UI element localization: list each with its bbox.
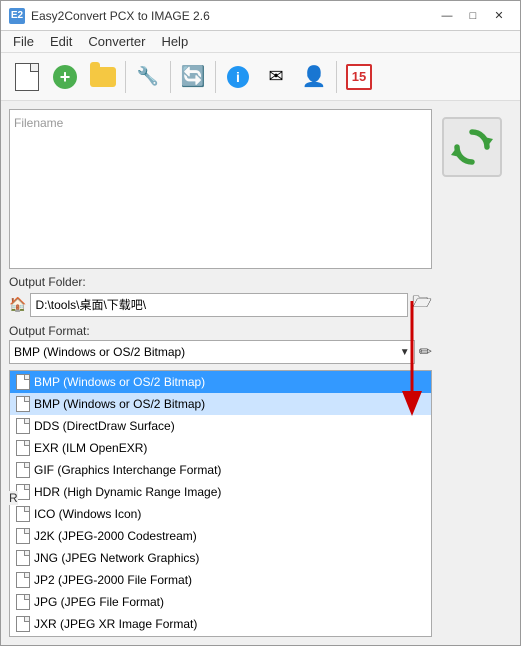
dropdown-item-text-5: HDR (High Dynamic Range Image) xyxy=(34,485,221,499)
menu-converter[interactable]: Converter xyxy=(80,32,153,51)
refresh-button[interactable]: 🔄 xyxy=(175,59,211,95)
file-icon-0 xyxy=(16,374,30,390)
user-button[interactable]: 👤 xyxy=(296,59,332,95)
minimize-button[interactable]: — xyxy=(434,6,460,26)
dropdown-item-5[interactable]: HDR (High Dynamic Range Image) xyxy=(10,481,431,503)
file-icon-8 xyxy=(16,550,30,566)
dropdown-item-4[interactable]: GIF (Graphics Interchange Format) xyxy=(10,459,431,481)
dropdown-item-text-7: J2K (JPEG-2000 Codestream) xyxy=(34,529,197,543)
convert-button[interactable] xyxy=(442,117,502,177)
dropdown-item-text-2: DDS (DirectDraw Surface) xyxy=(34,419,175,433)
toolbar-separator-2 xyxy=(170,61,171,93)
dropdown-item-7[interactable]: J2K (JPEG-2000 Codestream) xyxy=(10,525,431,547)
dropdown-item-10[interactable]: JPG (JPEG File Format) xyxy=(10,591,431,613)
maximize-button[interactable]: □ xyxy=(460,6,486,26)
dropdown-item-1[interactable]: BMP (Windows or OS/2 Bitmap) xyxy=(10,393,431,415)
folder-browse-icon[interactable]: 🗁 xyxy=(412,291,432,318)
dropdown-item-text-8: JNG (JPEG Network Graphics) xyxy=(34,551,199,565)
wrench-icon: 🔧 xyxy=(137,66,159,87)
file-icon-7 xyxy=(16,528,30,544)
new-button[interactable] xyxy=(9,59,45,95)
file-icon-1 xyxy=(16,396,30,412)
file-list-box[interactable]: Filename xyxy=(9,109,432,269)
file-icon-3 xyxy=(16,440,30,456)
refresh-icon: 🔄 xyxy=(181,64,206,89)
r-label: R xyxy=(9,491,18,505)
dropdown-item-6[interactable]: ICO (Windows Icon) xyxy=(10,503,431,525)
dropdown-item-text-9: JP2 (JPEG-2000 File Format) xyxy=(34,573,192,587)
toolbar: + 🔧 🔄 i ✉ 👤 xyxy=(1,53,520,101)
format-select[interactable]: BMP (Windows or OS/2 Bitmap) ▼ xyxy=(9,340,415,364)
file-icon-11 xyxy=(16,616,30,632)
file-icon-10 xyxy=(16,594,30,610)
dropdown-item-text-6: ICO (Windows Icon) xyxy=(34,507,141,521)
title-bar: E2 Easy2Convert PCX to IMAGE 2.6 — □ ✕ xyxy=(1,1,520,31)
email-button[interactable]: ✉ xyxy=(258,59,294,95)
info-button[interactable]: i xyxy=(220,59,256,95)
toolbar-separator-4 xyxy=(336,61,337,93)
toolbar-separator-1 xyxy=(125,61,126,93)
file-icon-5 xyxy=(16,484,30,500)
dropdown-item-text-11: JXR (JPEG XR Image Format) xyxy=(34,617,197,631)
dropdown-arrow-icon: ▼ xyxy=(400,347,410,358)
dropdown-item-text-4: GIF (Graphics Interchange Format) xyxy=(34,463,221,477)
settings-button[interactable]: 🔧 xyxy=(130,59,166,95)
file-icon-2 xyxy=(16,418,30,434)
main-window: E2 Easy2Convert PCX to IMAGE 2.6 — □ ✕ F… xyxy=(0,0,521,646)
menu-bar: File Edit Converter Help xyxy=(1,31,520,53)
folder-row: 🏠 D:\tools\桌面\下载吧\ 🗁 xyxy=(9,291,432,318)
output-folder-value: D:\tools\桌面\下载吧\ xyxy=(35,296,146,313)
new-icon xyxy=(15,63,39,91)
calendar-number: 15 xyxy=(352,69,366,84)
dropdown-item-text-1: BMP (Windows or OS/2 Bitmap) xyxy=(34,397,205,411)
calendar-button[interactable]: 15 xyxy=(341,59,377,95)
email-icon: ✉ xyxy=(268,66,283,87)
info-icon: i xyxy=(227,66,249,88)
app-icon: E2 xyxy=(9,8,25,24)
add-icon: + xyxy=(53,65,77,89)
dropdown-item-3[interactable]: EXR (ILM OpenEXR) xyxy=(10,437,431,459)
calendar-icon: 15 xyxy=(346,64,372,90)
right-panel xyxy=(432,109,512,637)
menu-edit[interactable]: Edit xyxy=(42,32,80,51)
format-row: BMP (Windows or OS/2 Bitmap) ▼ ✏ xyxy=(9,340,432,364)
dropdown-item-0[interactable]: BMP (Windows or OS/2 Bitmap) xyxy=(10,371,431,393)
output-folder-input[interactable]: D:\tools\桌面\下载吧\ xyxy=(30,293,408,317)
format-edit-icon[interactable]: ✏ xyxy=(419,342,432,362)
title-bar-left: E2 Easy2Convert PCX to IMAGE 2.6 xyxy=(9,8,210,24)
user-icon: 👤 xyxy=(302,64,327,89)
open-folder-button[interactable] xyxy=(85,59,121,95)
dropdown-item-8[interactable]: JNG (JPEG Network Graphics) xyxy=(10,547,431,569)
dropdown-item-text-10: JPG (JPEG File Format) xyxy=(34,595,164,609)
dropdown-item-11[interactable]: JXR (JPEG XR Image Format) xyxy=(10,613,431,635)
folder-icon xyxy=(90,67,116,87)
title-controls: — □ ✕ xyxy=(434,6,512,26)
content-wrapper: Filename Output Folder: 🏠 D:\tools\桌面\下载… xyxy=(1,101,520,645)
menu-help[interactable]: Help xyxy=(153,32,196,51)
dropdown-item-9[interactable]: JP2 (JPEG-2000 File Format) xyxy=(10,569,431,591)
folder-small-icon: 🏠 xyxy=(9,296,26,313)
left-panel: Filename Output Folder: 🏠 D:\tools\桌面\下载… xyxy=(9,109,432,637)
dropdown-item-text-3: EXR (ILM OpenEXR) xyxy=(34,441,147,455)
dropdown-item-text-0: BMP (Windows or OS/2 Bitmap) xyxy=(34,375,205,389)
output-folder-label: Output Folder: xyxy=(9,275,432,289)
file-icon-6 xyxy=(16,506,30,522)
toolbar-separator-3 xyxy=(215,61,216,93)
dropdown-item-2[interactable]: DDS (DirectDraw Surface) xyxy=(10,415,431,437)
output-folder-section: Output Folder: 🏠 D:\tools\桌面\下载吧\ 🗁 xyxy=(9,275,432,318)
window-title: Easy2Convert PCX to IMAGE 2.6 xyxy=(31,9,210,23)
format-select-text: BMP (Windows or OS/2 Bitmap) xyxy=(14,345,400,359)
dropdown-list[interactable]: BMP (Windows or OS/2 Bitmap) BMP (Window… xyxy=(9,370,432,637)
close-button[interactable]: ✕ xyxy=(486,6,512,26)
dropdown-item-12[interactable]: PBM (Portable Bitmap) xyxy=(10,635,431,637)
menu-file[interactable]: File xyxy=(5,32,42,51)
output-format-label: Output Format: xyxy=(9,324,432,338)
file-icon-4 xyxy=(16,462,30,478)
convert-arrows-icon xyxy=(449,124,495,170)
add-button[interactable]: + xyxy=(47,59,83,95)
file-icon-9 xyxy=(16,572,30,588)
file-list-header: Filename xyxy=(14,114,427,132)
main-content: Filename Output Folder: 🏠 D:\tools\桌面\下载… xyxy=(1,101,520,645)
output-format-section: Output Format: BMP (Windows or OS/2 Bitm… xyxy=(9,324,432,364)
